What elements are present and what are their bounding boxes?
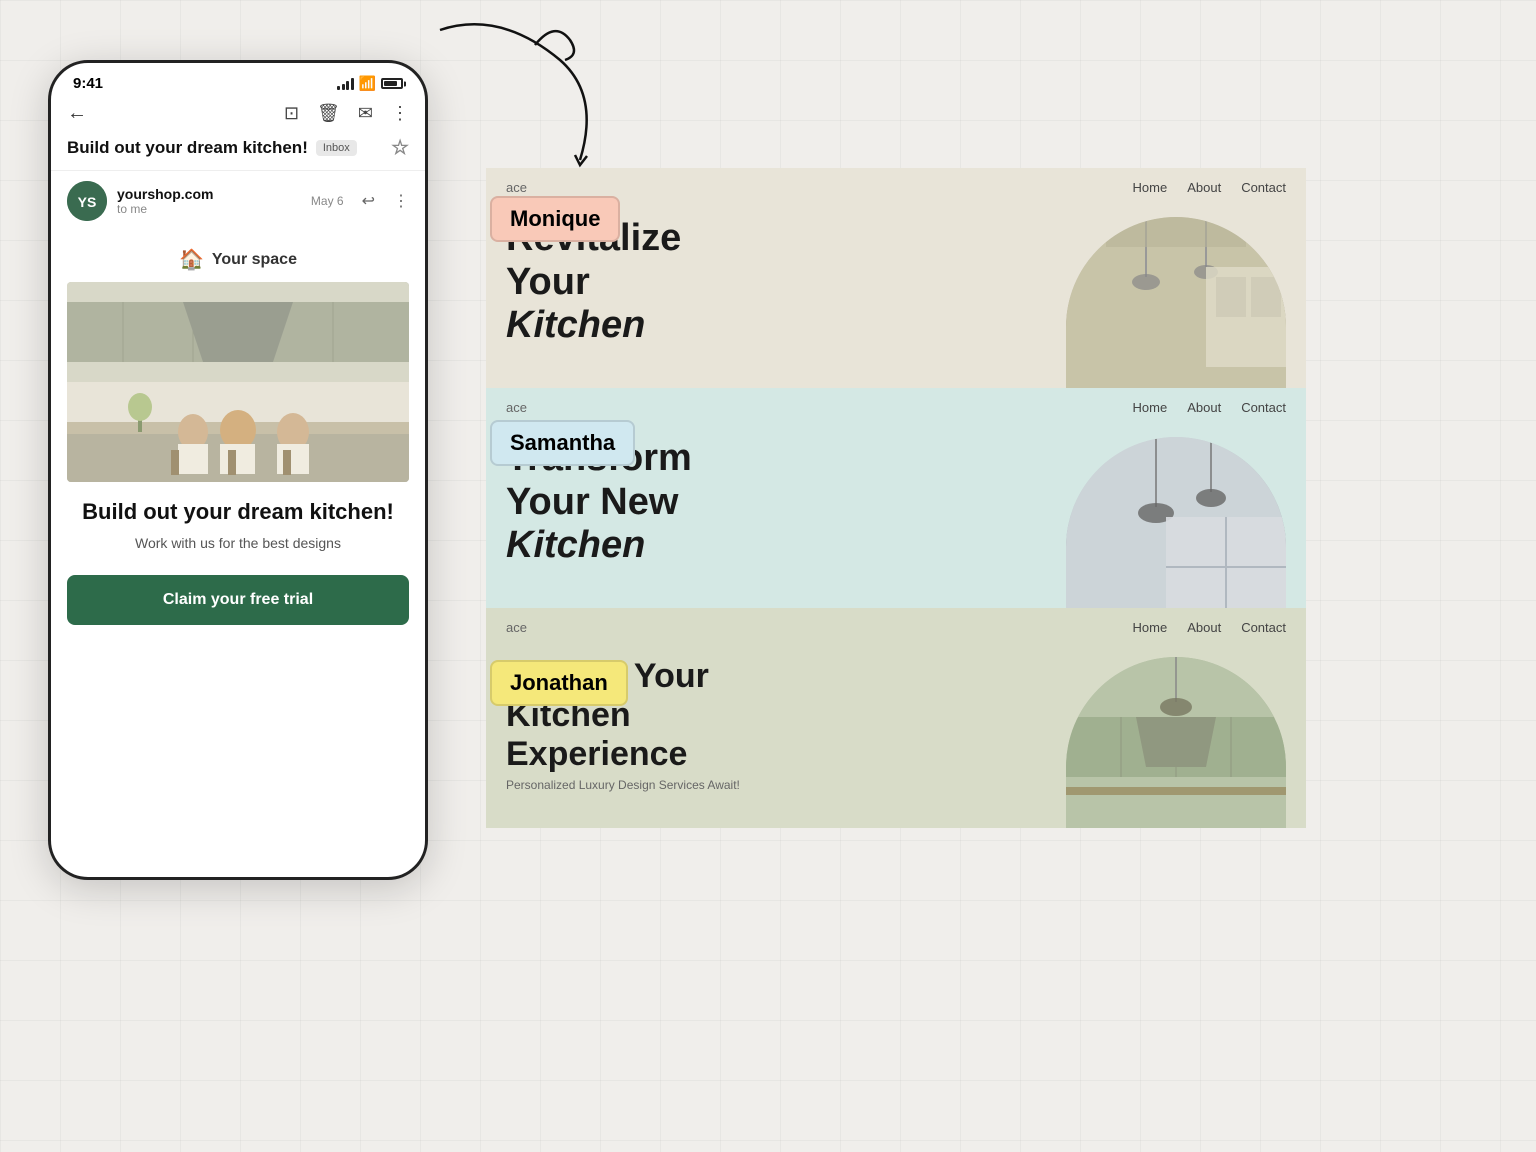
cta-button[interactable]: Claim your free trial (67, 575, 409, 625)
email-toolbar: ← ⊡ 🗑 ✉ ⋮ (51, 98, 425, 133)
nav-about-1[interactable]: About (1187, 180, 1221, 195)
email-subject: Build out your dream kitchen! Inbox ☆ (67, 135, 409, 160)
site-nav-links-2: Home About Contact (1133, 400, 1286, 415)
sender-to: to me (117, 202, 301, 216)
badge-monique: Monique (490, 196, 620, 242)
email-subtitle: Work with us for the best designs (51, 531, 425, 567)
site-image-2 (1066, 437, 1286, 608)
wifi-icon: 📶 (359, 75, 376, 92)
email-header: Build out your dream kitchen! Inbox ☆ (51, 133, 425, 171)
email-logo-row: 🏠 Your space (51, 231, 425, 282)
archive-icon[interactable]: ⊡ (284, 103, 299, 124)
site-brand-3: ace (506, 620, 1133, 635)
site-nav-links-3: Home About Contact (1133, 620, 1286, 635)
site-brand-2: ace (506, 400, 1133, 415)
phone-mockup: 9:41 📶 ← ⊡ 🗑 ✉ ⋮ (48, 60, 428, 960)
nav-contact-2[interactable]: Contact (1241, 400, 1286, 415)
sender-name: yourshop.com (117, 186, 301, 202)
nav-home-3[interactable]: Home (1133, 620, 1168, 635)
email-body: 🏠 Your space (51, 231, 425, 877)
sender-avatar: YS (67, 181, 107, 221)
site-nav-links-1: Home About Contact (1133, 180, 1286, 195)
status-bar: 9:41 📶 (51, 63, 425, 98)
badge-samantha: Samantha (490, 420, 635, 466)
signal-icon (337, 78, 354, 90)
status-time: 9:41 (73, 75, 103, 92)
email-more-icon[interactable]: ⋮ (393, 191, 409, 211)
logo-text: Your space (212, 251, 297, 269)
trash-icon[interactable]: 🗑 (317, 103, 340, 124)
nav-about-3[interactable]: About (1187, 620, 1221, 635)
site-image-3 (1066, 657, 1286, 828)
nav-home-2[interactable]: Home (1133, 400, 1168, 415)
site-preview-3: ace Home About Contact Elevate YourKitch… (486, 608, 1306, 828)
nav-home-1[interactable]: Home (1133, 180, 1168, 195)
back-icon[interactable]: ← (67, 102, 87, 125)
inbox-badge: Inbox (316, 140, 357, 156)
nav-contact-1[interactable]: Contact (1241, 180, 1286, 195)
site-brand-1: ace (506, 180, 1133, 195)
more-options-icon[interactable]: ⋮ (391, 103, 409, 124)
site-image-1 (1066, 217, 1286, 388)
email-date: May 6 (311, 194, 344, 208)
email-title: Build out your dream kitchen! (51, 482, 425, 531)
phone-frame: 9:41 📶 ← ⊡ 🗑 ✉ ⋮ (48, 60, 428, 880)
logo-icon: 🏠 (179, 247, 204, 272)
star-icon[interactable]: ☆ (391, 135, 409, 160)
site-subtext-3: Personalized Luxury Design Services Awai… (506, 774, 1046, 796)
reply-icon[interactable]: ↩ (362, 191, 375, 211)
mail-icon[interactable]: ✉ (358, 103, 373, 124)
status-icons: 📶 (337, 75, 403, 92)
nav-contact-3[interactable]: Contact (1241, 620, 1286, 635)
badge-jonathan: Jonathan (490, 660, 628, 706)
previews-container: ace Home About Contact RevitalizeYourKit… (486, 168, 1306, 828)
site-nav-3: ace Home About Contact (486, 608, 1306, 647)
sender-info: yourshop.com to me (117, 186, 301, 216)
kitchen-image (67, 282, 409, 482)
nav-about-2[interactable]: About (1187, 400, 1221, 415)
sender-row: YS yourshop.com to me May 6 ↩ ⋮ (51, 171, 425, 231)
svg-text:YS: YS (78, 194, 97, 210)
battery-icon (381, 78, 403, 89)
